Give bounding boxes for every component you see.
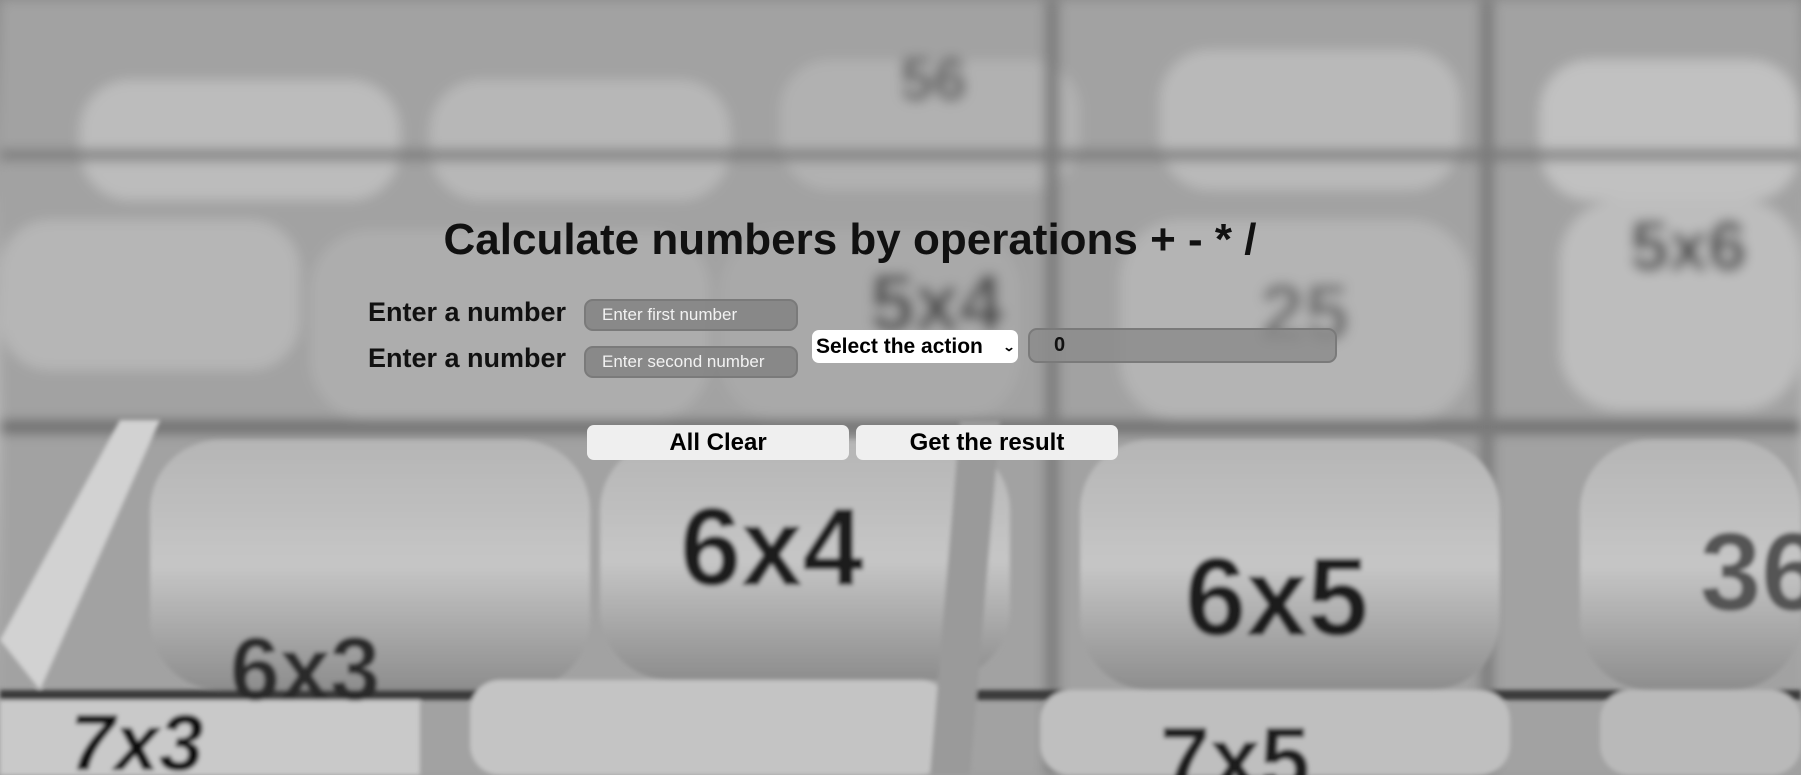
svg-text:7x5: 7x5 [1160, 710, 1310, 775]
first-number-label: Enter a number [368, 297, 567, 327]
result-value: 0 [1054, 334, 1066, 356]
svg-text:7x3: 7x3 [70, 698, 203, 775]
action-select-label: Select the action [816, 334, 983, 358]
background-image: 5x4 25 5x6 56 6x4 6x5 6x3 7x3 7x5 36 [0, 0, 1801, 775]
second-number-label: Enter a number [368, 343, 567, 373]
chevron-down-icon: ⌄ [1002, 339, 1016, 354]
action-select[interactable]: Select the action ⌄ [812, 330, 1018, 363]
first-number-input[interactable] [584, 299, 798, 331]
svg-text:6x3: 6x3 [230, 620, 380, 720]
all-clear-button[interactable]: All Clear [587, 425, 849, 460]
second-number-input[interactable] [584, 346, 798, 378]
result-field[interactable]: 0 [1028, 328, 1337, 363]
page-title: Calculate numbers by operations + - * / [443, 215, 1257, 264]
svg-text:6x5: 6x5 [1185, 536, 1369, 659]
svg-text:56: 56 [900, 46, 967, 113]
svg-text:6x4: 6x4 [680, 486, 864, 609]
get-result-button[interactable]: Get the result [856, 425, 1118, 460]
svg-text:36: 36 [1700, 511, 1801, 634]
